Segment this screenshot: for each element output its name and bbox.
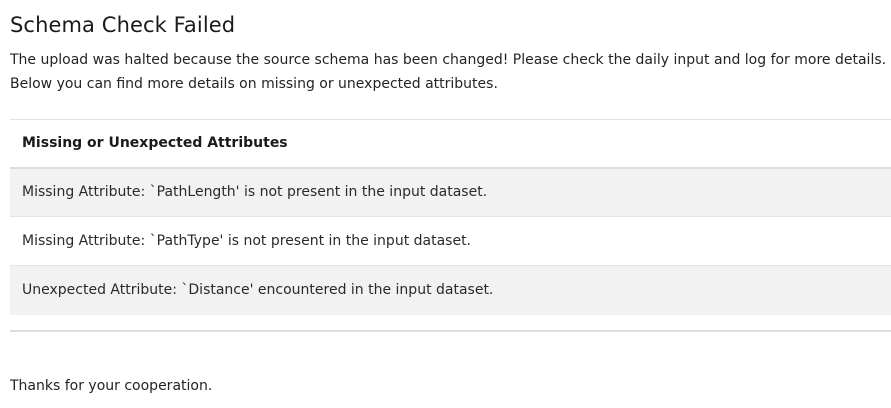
column-header: Missing or Unexpected Attributes <box>10 119 891 169</box>
page-title: Schema Check Failed <box>10 13 236 37</box>
table-row: Unexpected Attribute: `Distance' encount… <box>10 265 891 315</box>
table-spacer-row <box>10 314 891 331</box>
table-spacer-cell <box>10 314 891 331</box>
table-header-row: Missing or Unexpected Attributes <box>10 119 891 169</box>
intro-line-1: The upload was halted because the source… <box>10 52 887 68</box>
table-cell: Missing Attribute: `PathType' is not pre… <box>10 216 891 266</box>
table-row: Missing Attribute: `PathType' is not pre… <box>10 216 891 266</box>
intro-message: The upload was halted because the source… <box>10 48 888 96</box>
table-row: Missing Attribute: `PathLength' is not p… <box>10 167 891 217</box>
table-cell: Unexpected Attribute: `Distance' encount… <box>10 265 891 315</box>
email-page: Schema Check Failed The upload was halte… <box>0 0 891 408</box>
table-cell: Missing Attribute: `PathLength' is not p… <box>10 167 891 217</box>
attributes-table: Missing or Unexpected Attributes Missing… <box>10 119 891 332</box>
footer-message: Thanks for your cooperation. <box>10 378 213 394</box>
intro-line-2: Below you can find more details on missi… <box>10 76 498 92</box>
